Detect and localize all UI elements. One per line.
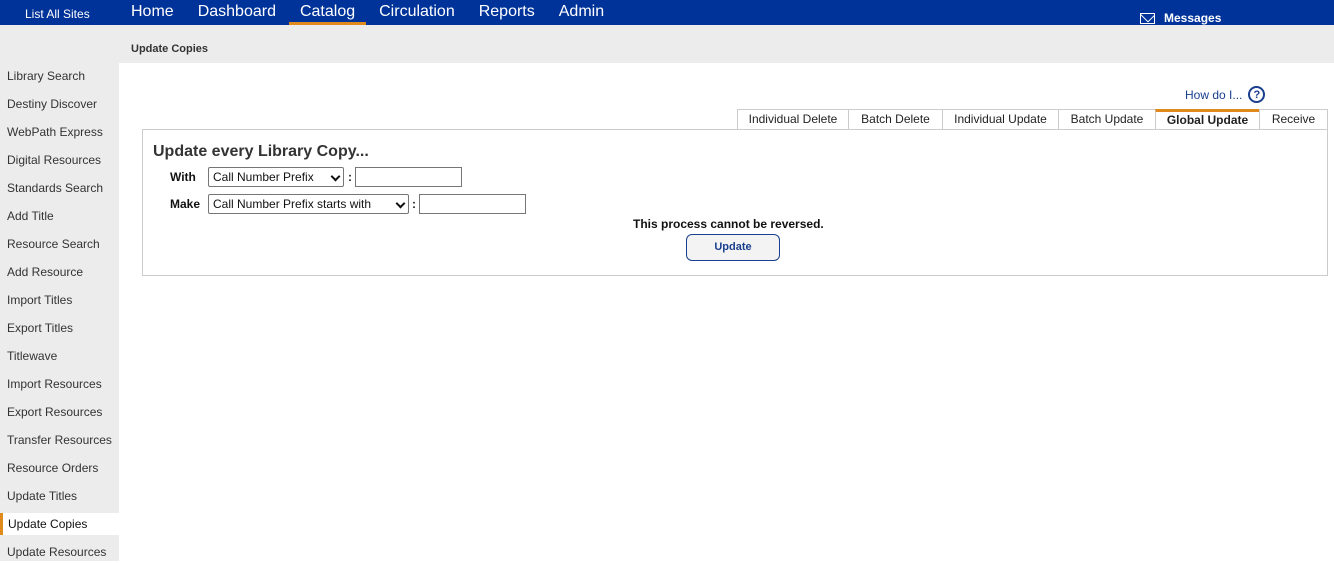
tab-individual-delete[interactable]: Individual Delete: [737, 109, 848, 130]
tab-bar: Individual Delete Batch Delete Individua…: [737, 109, 1328, 130]
chevron-down-icon: [395, 198, 406, 209]
main-nav: Home Dashboard Catalog Circulation Repor…: [131, 0, 628, 25]
panel-title: Update every Library Copy...: [153, 143, 369, 160]
how-do-i-label: How do I...: [1185, 87, 1243, 102]
sidebar-item-export-titles[interactable]: Export Titles: [0, 317, 119, 339]
top-nav-bar: List All Sites Home Dashboard Catalog Ci…: [0, 0, 1334, 25]
sidebar: Library Search Destiny Discover WebPath …: [0, 63, 119, 561]
sidebar-item-transfer-resources[interactable]: Transfer Resources: [0, 429, 119, 451]
tab-batch-delete[interactable]: Batch Delete: [848, 109, 942, 130]
sidebar-item-update-copies[interactable]: Update Copies: [0, 513, 119, 535]
sidebar-item-digital-resources[interactable]: Digital Resources: [0, 149, 119, 171]
sidebar-item-titlewave[interactable]: Titlewave: [0, 345, 119, 367]
nav-catalog[interactable]: Catalog: [288, 0, 367, 25]
nav-home[interactable]: Home: [131, 0, 174, 25]
make-operation-select[interactable]: Call Number Prefix starts with: [208, 194, 409, 214]
with-value-input[interactable]: [355, 167, 462, 187]
question-circle-icon: ?: [1248, 86, 1266, 103]
messages-label: Messages: [1164, 11, 1222, 25]
sidebar-item-resource-orders[interactable]: Resource Orders: [0, 457, 119, 479]
tab-receive[interactable]: Receive: [1259, 109, 1328, 130]
sidebar-item-add-resource[interactable]: Add Resource: [0, 261, 119, 283]
sidebar-item-import-titles[interactable]: Import Titles: [0, 289, 119, 311]
messages-link[interactable]: Messages: [1140, 11, 1221, 25]
sidebar-item-destiny-discover[interactable]: Destiny Discover: [0, 93, 119, 115]
chevron-down-icon: [330, 171, 341, 182]
nav-circulation[interactable]: Circulation: [379, 0, 455, 25]
breadcrumb: Update Copies: [131, 43, 209, 55]
sidebar-item-resource-search[interactable]: Resource Search: [0, 233, 119, 255]
tab-batch-update[interactable]: Batch Update: [1058, 109, 1155, 130]
update-button[interactable]: Update: [686, 234, 780, 261]
sidebar-item-import-resources[interactable]: Import Resources: [0, 373, 119, 395]
nav-admin[interactable]: Admin: [559, 0, 604, 25]
make-label: Make: [170, 197, 201, 211]
mail-icon: [1140, 12, 1155, 24]
sidebar-item-webpath-express[interactable]: WebPath Express: [0, 121, 119, 143]
irreversible-warning: This process cannot be reversed.: [633, 217, 824, 231]
list-all-sites-link[interactable]: List All Sites: [25, 7, 90, 21]
with-field-select[interactable]: Call Number Prefix: [208, 167, 344, 187]
with-separator: :: [348, 170, 352, 184]
sidebar-item-export-resources[interactable]: Export Resources: [0, 401, 119, 423]
sidebar-item-standards-search[interactable]: Standards Search: [0, 177, 119, 199]
sidebar-item-library-search[interactable]: Library Search: [0, 65, 119, 87]
breadcrumb-band: Update Copies: [0, 25, 1334, 63]
make-separator: :: [412, 197, 416, 211]
with-label: With: [170, 170, 196, 184]
make-value-input[interactable]: [419, 194, 526, 214]
tab-global-update[interactable]: Global Update: [1155, 109, 1259, 130]
global-update-panel: Update every Library Copy... With Call N…: [142, 129, 1328, 276]
sidebar-item-update-resources[interactable]: Update Resources: [0, 541, 119, 563]
with-field-select-value: Call Number Prefix: [213, 170, 314, 184]
nav-reports[interactable]: Reports: [479, 0, 535, 25]
make-operation-select-value: Call Number Prefix starts with: [213, 197, 372, 211]
sidebar-item-add-title[interactable]: Add Title: [0, 205, 119, 227]
nav-dashboard[interactable]: Dashboard: [198, 0, 276, 25]
tab-individual-update[interactable]: Individual Update: [942, 109, 1058, 130]
sidebar-item-update-titles[interactable]: Update Titles: [0, 485, 119, 507]
how-do-i-link[interactable]: How do I... ?: [1185, 86, 1266, 103]
